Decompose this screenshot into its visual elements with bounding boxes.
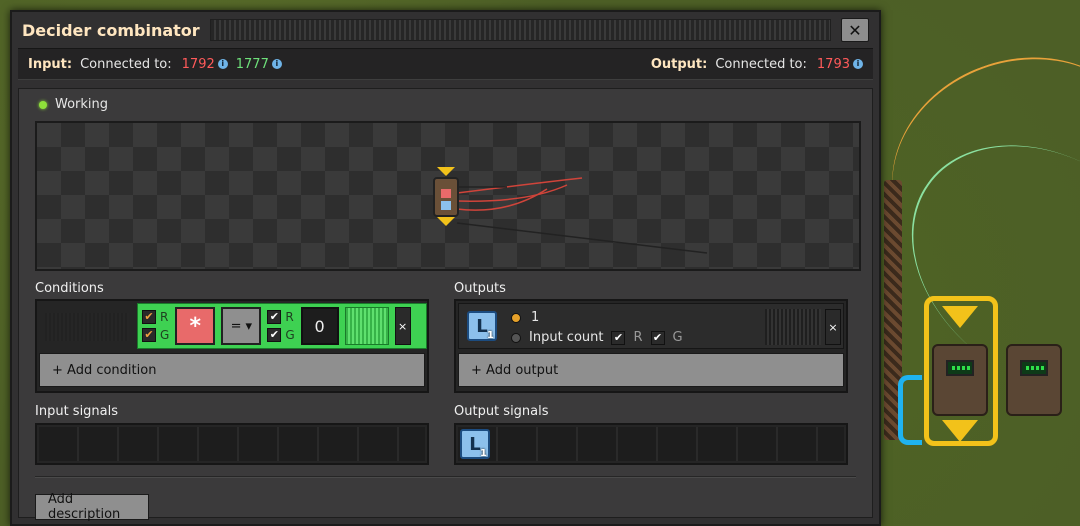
output-signal-letter: L xyxy=(476,315,488,337)
left-green-checkbox[interactable]: ✔ xyxy=(142,328,156,342)
output-signal-count: 1 xyxy=(480,448,487,459)
right-green-checkbox[interactable]: ✔ xyxy=(267,328,282,342)
info-icon[interactable]: i xyxy=(271,59,282,69)
output-option-one[interactable]: 1 xyxy=(511,310,539,325)
add-condition-button[interactable]: + Add condition xyxy=(39,353,425,387)
selection-bracket-blue xyxy=(898,375,922,445)
title-bar: Decider combinator ✕ xyxy=(12,12,879,48)
arrow-down-icon xyxy=(437,167,455,176)
arrow-down-icon xyxy=(437,217,455,226)
output-option-input-count[interactable]: Input count ✔ R ✔ G xyxy=(511,330,683,345)
input-signals-title: Input signals xyxy=(35,404,119,419)
condition-drag-handle[interactable] xyxy=(344,307,389,345)
window-title: Decider combinator xyxy=(22,20,200,40)
status-dot-icon xyxy=(39,100,47,109)
output-green-label: G xyxy=(672,330,683,345)
decider-combinator-window: Decider combinator ✕ Input: Connected to… xyxy=(10,10,881,526)
decider-combinator-entity[interactable] xyxy=(932,344,988,416)
output-drag-handle[interactable] xyxy=(765,309,821,345)
arrow-down-icon xyxy=(942,420,978,442)
output-signals-title: Output signals xyxy=(454,404,549,419)
conditions-panel: ✔ R ✔ G * = ▾ ✔ R ✔ G 0 × + Add condition xyxy=(35,299,429,393)
input-connected-text: Connected to: xyxy=(80,56,172,72)
right-network-checkboxes: ✔ R ✔ G xyxy=(267,310,295,342)
remove-output-button[interactable]: × xyxy=(825,309,841,345)
connection-bar: Input: Connected to: 1792 i 1777 i Outpu… xyxy=(18,48,873,80)
output-signal-letter: L xyxy=(469,433,481,455)
output-signal-count: 1 xyxy=(487,330,494,341)
output-red-checkbox[interactable]: ✔ xyxy=(611,330,626,345)
info-icon[interactable]: i xyxy=(853,59,863,69)
close-button[interactable]: ✕ xyxy=(841,18,869,42)
input-green-network-id: 1777 xyxy=(235,56,269,72)
right-red-label: R xyxy=(285,310,294,324)
divider xyxy=(35,476,856,478)
right-green-label: G xyxy=(285,328,295,342)
output-signal-l-icon[interactable]: L 1 xyxy=(467,311,497,341)
output-connected-text: Connected to: xyxy=(715,56,807,72)
output-red-label: R xyxy=(633,330,643,345)
combinator-entity[interactable] xyxy=(1006,344,1062,416)
add-output-button[interactable]: + Add output xyxy=(458,353,844,387)
input-signal-slots xyxy=(39,427,425,461)
status-indicator: Working xyxy=(39,97,108,112)
drag-handle[interactable] xyxy=(209,19,831,41)
left-red-label: R xyxy=(160,310,169,324)
arrow-down-icon xyxy=(942,306,978,328)
comparator-dropdown[interactable]: = ▾ xyxy=(221,307,262,345)
chevron-down-icon: ▾ xyxy=(245,318,253,334)
output-signal-slots xyxy=(458,427,844,461)
constant-input[interactable]: 0 xyxy=(300,307,339,345)
condition-empty-slot xyxy=(45,313,129,341)
right-red-checkbox[interactable]: ✔ xyxy=(267,310,282,324)
output-label: Output: xyxy=(650,56,708,72)
conditions-title: Conditions xyxy=(35,281,104,296)
decider-combinator-preview-icon xyxy=(433,177,459,217)
output-row: L 1 1 Input count ✔ R ✔ G × xyxy=(458,303,844,349)
input-signals-panel xyxy=(35,423,429,465)
info-icon[interactable]: i xyxy=(217,59,228,69)
input-count-label: Input count xyxy=(529,330,604,345)
output-signals-panel: L 1 xyxy=(454,423,848,465)
input-count-radio[interactable] xyxy=(511,332,521,343)
status-text: Working xyxy=(55,97,109,112)
entity-preview xyxy=(35,121,861,271)
outputs-panel: L 1 1 Input count ✔ R ✔ G × + Add output xyxy=(454,299,848,393)
option-one-radio[interactable] xyxy=(511,312,521,323)
content-panel: Working Conditions ✔ R ✔ G * = ▾ ✔ R ✔ G… xyxy=(18,88,873,522)
input-red-network-id: 1792 xyxy=(181,56,215,72)
option-one-label: 1 xyxy=(531,310,540,325)
game-world-view xyxy=(880,0,1080,526)
asterisk-signal-icon[interactable]: * xyxy=(175,307,216,345)
left-green-label: G xyxy=(160,328,170,342)
comparator-value: = xyxy=(230,318,242,334)
remove-condition-button[interactable]: × xyxy=(394,307,411,345)
outputs-title: Outputs xyxy=(454,281,506,296)
condition-row: ✔ R ✔ G * = ▾ ✔ R ✔ G 0 × xyxy=(137,303,427,349)
left-network-checkboxes: ✔ R ✔ G xyxy=(142,310,169,342)
left-red-checkbox[interactable]: ✔ xyxy=(142,310,156,324)
output-red-network-id: 1793 xyxy=(816,56,850,72)
output-green-checkbox[interactable]: ✔ xyxy=(650,330,665,345)
input-label: Input: xyxy=(28,56,73,72)
add-description-button[interactable]: Add description xyxy=(35,492,149,522)
output-signal-l-icon[interactable]: L 1 xyxy=(460,429,490,459)
